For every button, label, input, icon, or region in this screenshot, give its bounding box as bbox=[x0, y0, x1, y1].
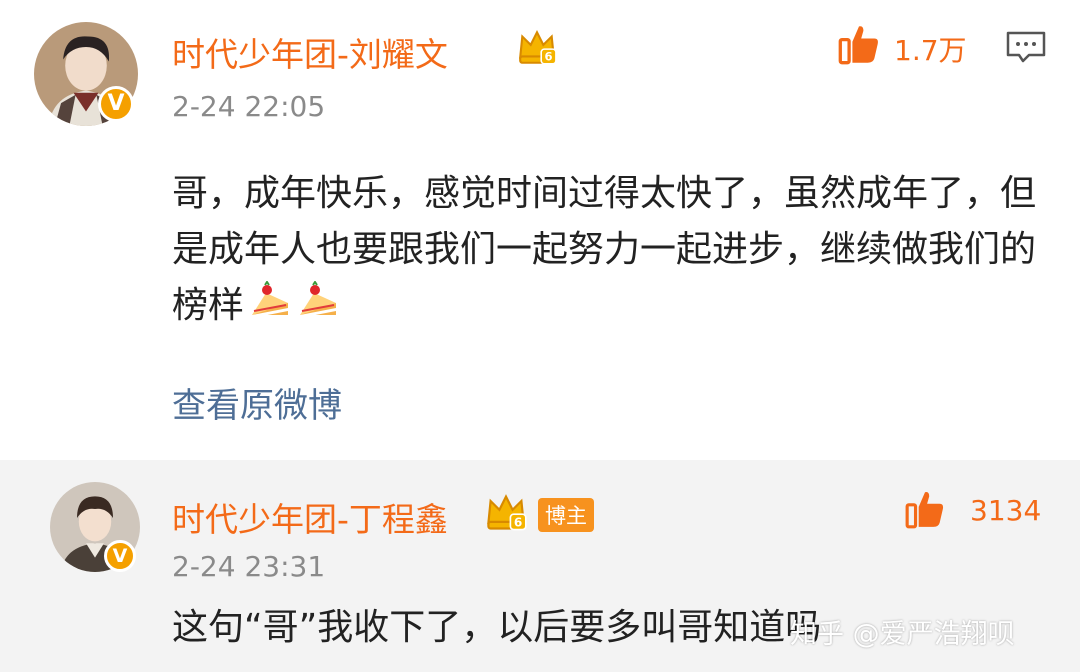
author-name[interactable]: 时代少年团-丁程鑫 bbox=[172, 493, 448, 541]
like-count: 1.7万 bbox=[894, 34, 967, 67]
thumbs-up-icon[interactable] bbox=[836, 22, 882, 66]
comment-1: V 时代少年团-刘耀文 6 2-24 22:05 1.7万 哥，成年快乐，感觉时… bbox=[0, 0, 1080, 460]
like-count: 3134 bbox=[970, 494, 1042, 527]
comment-time: 2-24 23:31 bbox=[172, 550, 326, 583]
author-name[interactable]: 时代少年团-刘耀文 bbox=[172, 28, 448, 76]
watermark: 知乎 @爱严浩翔呗 bbox=[790, 619, 1015, 650]
cake-icon bbox=[300, 281, 337, 318]
crown-icon: 6 bbox=[487, 494, 527, 531]
svg-text:6: 6 bbox=[545, 50, 553, 64]
comment-time: 2-24 22:05 bbox=[172, 90, 326, 123]
svg-text:6: 6 bbox=[514, 515, 522, 529]
reply-comment-icon[interactable] bbox=[1005, 30, 1047, 64]
host-badge: 博主 bbox=[538, 498, 594, 532]
crown-icon: 6 bbox=[519, 29, 557, 65]
verified-v-icon: V bbox=[98, 86, 134, 122]
verified-v-icon: V bbox=[104, 540, 136, 572]
cake-icon bbox=[252, 281, 289, 318]
comment-text: 哥，成年快乐，感觉时间过得太快了，虽然成年了，但是成年人也要跟我们一起努力一起进… bbox=[172, 166, 1052, 334]
view-original-weibo-link[interactable]: 查看原微博 bbox=[172, 378, 342, 427]
thumbs-up-icon[interactable] bbox=[904, 488, 946, 530]
